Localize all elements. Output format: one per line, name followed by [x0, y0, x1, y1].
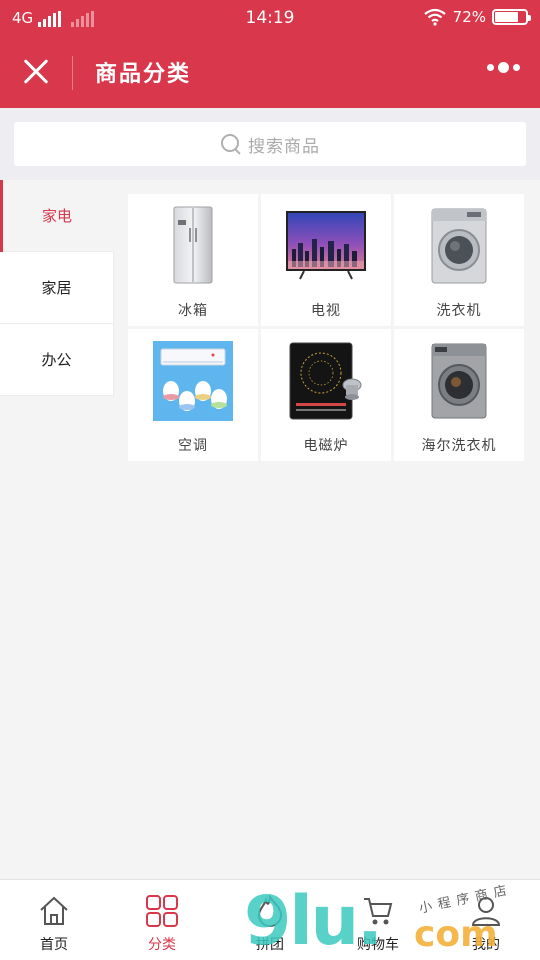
search-icon [220, 133, 242, 155]
refrigerator-icon [153, 206, 233, 286]
category-label: 办公 [41, 351, 72, 369]
tab-label: 首页 [40, 937, 68, 953]
product-name: 冰箱 [178, 303, 208, 319]
product-name: 空调 [178, 438, 208, 454]
home-icon [40, 896, 68, 925]
product-grid: 冰箱 电视 洗衣机 空调 电磁炉 海尔洗衣机 [128, 194, 524, 461]
tab-home[interactable]: 首页 [0, 880, 108, 960]
product-item-television[interactable]: 电视 [261, 194, 391, 326]
product-name: 电视 [311, 303, 341, 319]
product-item-haier-washing-machine[interactable]: 海尔洗衣机 [394, 329, 524, 461]
tab-group-buy[interactable]: 拼团 [216, 880, 324, 960]
tab-category[interactable]: 分类 [108, 880, 216, 960]
category-label: 家居 [41, 279, 72, 297]
tab-label: 拼团 [256, 937, 284, 953]
page-title: 商品分类 [95, 62, 192, 87]
category-item-office[interactable]: 办公 [0, 324, 114, 396]
product-item-refrigerator[interactable]: 冰箱 [128, 194, 258, 326]
washing-machine-icon [419, 341, 499, 421]
product-item-induction-cooker[interactable]: 电磁炉 [261, 329, 391, 461]
product-name: 洗衣机 [436, 303, 482, 319]
search-input[interactable]: 搜索商品 [14, 122, 526, 166]
user-icon [471, 897, 501, 926]
bottom-tab-bar: 首页 分类 拼团 购物车 我的 [0, 879, 540, 960]
status-right: 72% [423, 8, 531, 26]
television-icon [286, 206, 366, 286]
induction-cooker-icon [286, 341, 366, 421]
category-menu: 家电 家居 办公 [0, 180, 114, 396]
more-options-button[interactable] [487, 62, 520, 73]
category-item-appliances[interactable]: 家电 [0, 180, 114, 252]
nav-bar: 商品分类 [0, 38, 540, 108]
air-conditioner-icon [153, 341, 233, 421]
search-bar: 搜索商品 [0, 108, 540, 180]
product-item-air-conditioner[interactable]: 空调 [128, 329, 258, 461]
tab-label: 分类 [148, 937, 176, 953]
app-header: 4G 14:19 72% 商品分类 [0, 0, 540, 108]
category-label: 家电 [41, 207, 72, 225]
product-name: 海尔洗衣机 [421, 438, 497, 454]
tab-cart[interactable]: 购物车 [324, 880, 432, 960]
product-name: 电磁炉 [303, 438, 349, 454]
tab-profile[interactable]: 我的 [432, 880, 540, 960]
tab-label: 我的 [472, 937, 500, 953]
battery-icon [492, 9, 531, 25]
wifi-icon [423, 8, 446, 26]
grid-icon [146, 895, 178, 927]
search-placeholder: 搜索商品 [248, 136, 320, 157]
category-item-home[interactable]: 家居 [0, 252, 114, 324]
close-button[interactable] [18, 54, 54, 90]
status-bar: 4G 14:19 72% [0, 0, 540, 38]
battery-percent: 72% [452, 8, 486, 26]
hot-icon [257, 894, 283, 927]
tab-label: 购物车 [357, 937, 399, 953]
nav-divider [72, 56, 73, 90]
product-item-washing-machine[interactable]: 洗衣机 [394, 194, 524, 326]
washing-machine-icon [419, 206, 499, 286]
cart-icon [364, 898, 393, 925]
